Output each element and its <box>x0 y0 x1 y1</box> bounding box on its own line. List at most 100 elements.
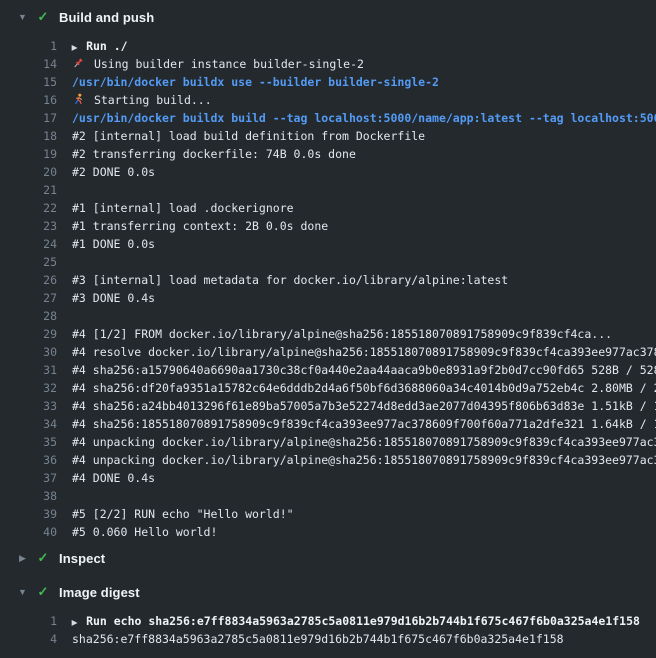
log-text: #4 sha256:df20fa9351a15782c64e6dddb2d4a6… <box>57 379 656 397</box>
line-number[interactable]: 28 <box>0 307 57 325</box>
log-line: 1 ▶ Run ./ <box>0 37 656 55</box>
run-triangle-icon[interactable]: ▶ <box>72 613 78 630</box>
chevron-right-icon[interactable]: ▶ <box>17 541 28 575</box>
log-text-value: #4 sha256:df20fa9351a15782c64e6dddb2d4a6… <box>72 381 656 395</box>
log-text: #2 [internal] load build definition from… <box>57 127 656 145</box>
log-block: 1 ▶ Run ./ 14 Using builder instance build… <box>0 34 656 541</box>
line-number[interactable]: 25 <box>0 253 57 271</box>
line-number[interactable]: 36 <box>0 451 57 469</box>
line-number[interactable]: 21 <box>0 181 57 199</box>
log-text-value: #4 unpacking docker.io/library/alpine@sh… <box>72 435 656 449</box>
section-header-build-and-push[interactable]: ▼✓Build and push <box>0 0 656 34</box>
line-number[interactable]: 39 <box>0 505 57 523</box>
log-line: 31 #4 sha256:a15790640a6690aa1730c38cf0a4… <box>0 361 656 379</box>
log-text-value: Run echo sha256:e7ff8834a5963a2785c5a081… <box>86 614 640 628</box>
log-text: #2 DONE 0.0s <box>57 163 656 181</box>
line-number[interactable]: 31 <box>0 361 57 379</box>
log-text-value: #1 transferring context: 2B 0.0s done <box>72 219 328 233</box>
log-text: #4 unpacking docker.io/library/alpine@sh… <box>57 451 656 469</box>
log-command-text: /usr/bin/docker buildx build --tag local… <box>57 109 656 127</box>
line-number[interactable]: 16 <box>0 91 57 109</box>
log-text: #4 unpacking docker.io/library/alpine@sh… <box>57 433 656 451</box>
log-text: #4 [1/2] FROM docker.io/library/alpine@s… <box>57 325 656 343</box>
log-text-value: #4 sha256:a15790640a6690aa1730c38cf0a440… <box>72 363 656 377</box>
line-number[interactable]: 24 <box>0 235 57 253</box>
log-line: 37#4 DONE 0.4s <box>0 469 656 487</box>
line-number[interactable]: 40 <box>0 523 57 541</box>
log-line: 30#4 resolve docker.io/library/alpine@sh… <box>0 343 656 361</box>
log-text-value: Run ./ <box>86 39 128 53</box>
line-number[interactable]: 38 <box>0 487 57 505</box>
log-text-value: #1 DONE 0.0s <box>72 237 155 251</box>
line-number[interactable]: 37 <box>0 469 57 487</box>
log-text-value: #2 [internal] load build definition from… <box>72 129 425 143</box>
section-header-image-digest[interactable]: ▼✓Image digest <box>0 575 656 609</box>
log-line: 20 #2 DONE 0.0s <box>0 163 656 181</box>
log-text: #2 transferring dockerfile: 74B 0.0s don… <box>57 145 656 163</box>
log-line: 1 ▶ Run echo sha256:e7ff8834a5963a2785c5a… <box>0 612 656 630</box>
line-number[interactable]: 1 <box>0 612 57 630</box>
log-text-value: #4 unpacking docker.io/library/alpine@sh… <box>72 453 656 467</box>
line-number[interactable]: 26 <box>0 271 57 289</box>
line-number[interactable]: 34 <box>0 415 57 433</box>
log-line: 39 #5 [2/2] RUN echo "Hello world!" <box>0 505 656 523</box>
log-line: 15/usr/bin/docker buildx use --builder b… <box>0 73 656 91</box>
line-number[interactable]: 19 <box>0 145 57 163</box>
log-line: 33 #4 sha256:a24bb4013296f61e89ba57005a7b… <box>0 397 656 415</box>
line-number[interactable]: 1 <box>0 37 57 55</box>
section-header-inspect[interactable]: ▶✓Inspect <box>0 541 656 575</box>
log-line: 4 sha256:e7ff8834a5963a2785c5a0811e979d16… <box>0 630 656 648</box>
log-text-value: #3 [internal] load metadata for docker.i… <box>72 273 508 287</box>
line-number[interactable]: 32 <box>0 379 57 397</box>
log-line: 24 #1 DONE 0.0s <box>0 235 656 253</box>
log-line: 23 #1 transferring context: 2B 0.0s done <box>0 217 656 235</box>
log-text: #5 0.060 Hello world! <box>57 523 656 541</box>
log-line: 27#3 DONE 0.4s <box>0 289 656 307</box>
log-line: 32 #4 sha256:df20fa9351a15782c64e6dddb2d4… <box>0 379 656 397</box>
line-number[interactable]: 33 <box>0 397 57 415</box>
log-text: sha256:e7ff8834a5963a2785c5a0811e979d16b… <box>57 630 656 648</box>
line-number[interactable]: 30 <box>0 343 57 361</box>
log-text: #4 resolve docker.io/library/alpine@sha2… <box>57 343 656 361</box>
log-line: 16 Starting build... <box>0 91 656 109</box>
chevron-down-icon[interactable]: ▼ <box>17 575 28 609</box>
section-title: Build and push <box>59 10 154 25</box>
chevron-down-icon[interactable]: ▼ <box>17 0 28 34</box>
log-text: Using builder instance builder-single-2 <box>57 55 656 73</box>
log-text-value: #5 [2/2] RUN echo "Hello world!" <box>72 507 294 521</box>
log-line: 14 Using builder instance builder-single… <box>0 55 656 73</box>
run-triangle-icon[interactable]: ▶ <box>72 38 78 55</box>
line-number[interactable]: 17 <box>0 109 57 127</box>
log-text-value: sha256:e7ff8834a5963a2785c5a0811e979d16b… <box>72 632 564 646</box>
line-number[interactable]: 35 <box>0 433 57 451</box>
log-text: #1 DONE 0.0s <box>57 235 656 253</box>
log-text-value: #2 transferring dockerfile: 74B 0.0s don… <box>72 147 356 161</box>
log-line: 28 <box>0 307 656 325</box>
log-text: Starting build... <box>57 91 656 109</box>
log-text-value: Starting build... <box>94 93 212 107</box>
log-block: 1 ▶ Run echo sha256:e7ff8834a5963a2785c5a… <box>0 609 656 648</box>
log-text: #1 [internal] load .dockerignore <box>57 199 656 217</box>
log-text <box>57 487 656 505</box>
section-title: Image digest <box>59 585 140 600</box>
line-number[interactable]: 27 <box>0 289 57 307</box>
log-text-value: #1 [internal] load .dockerignore <box>72 201 294 215</box>
log-line: 19 #2 transferring dockerfile: 74B 0.0s d… <box>0 145 656 163</box>
line-number[interactable]: 15 <box>0 73 57 91</box>
line-number[interactable]: 22 <box>0 199 57 217</box>
log-text-value: #2 DONE 0.0s <box>72 165 155 179</box>
log-text: #4 sha256:a24bb4013296f61e89ba57005a7b3e… <box>57 397 656 415</box>
log-line: 34#4 sha256:185518070891758909c9f839cf4c… <box>0 415 656 433</box>
log-text: #5 [2/2] RUN echo "Hello world!" <box>57 505 656 523</box>
line-number[interactable]: 29 <box>0 325 57 343</box>
line-number[interactable]: 23 <box>0 217 57 235</box>
line-number[interactable]: 18 <box>0 127 57 145</box>
log-text-value: /usr/bin/docker buildx build --tag local… <box>72 111 656 125</box>
line-number[interactable]: 20 <box>0 163 57 181</box>
line-number[interactable]: 14 <box>0 55 57 73</box>
log-text-value: Using builder instance builder-single-2 <box>94 57 364 71</box>
log-text <box>57 253 656 271</box>
line-number[interactable]: 4 <box>0 630 57 648</box>
log-text-value: #4 sha256:a24bb4013296f61e89ba57005a7b3e… <box>72 399 656 413</box>
log-text: #1 transferring context: 2B 0.0s done <box>57 217 656 235</box>
